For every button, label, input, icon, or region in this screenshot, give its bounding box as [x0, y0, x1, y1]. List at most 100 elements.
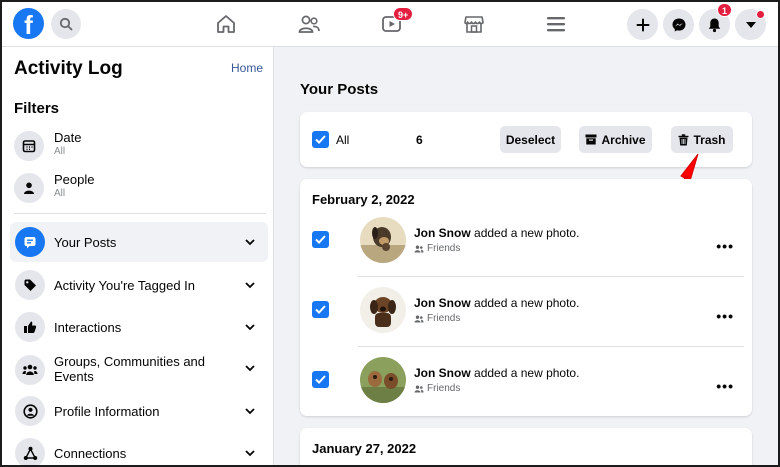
trash-icon: [678, 133, 689, 145]
post-thumbnail[interactable]: [360, 357, 406, 403]
messenger-button[interactable]: [663, 9, 694, 40]
sidebar-item-label: Interactions: [54, 320, 122, 335]
posts-group-card: January 27, 2022: [300, 428, 752, 465]
facebook-logo[interactable]: f: [13, 8, 44, 39]
sidebar-item-groups[interactable]: Groups, Communities and Events: [10, 348, 268, 392]
messenger-icon: [672, 18, 685, 31]
sidebar-item-tagged[interactable]: Activity You're Tagged In: [10, 265, 268, 305]
post-author[interactable]: Jon Snow: [414, 226, 471, 240]
sidebar-item-interactions[interactable]: Interactions: [10, 307, 268, 347]
post-checkbox[interactable]: [312, 301, 329, 318]
create-button[interactable]: [627, 9, 658, 40]
profile-icon: [15, 396, 45, 426]
post-action: added a new photo.: [474, 296, 580, 310]
archive-icon: [585, 134, 597, 145]
selected-count: 6: [416, 133, 423, 147]
date-heading: January 27, 2022: [312, 441, 417, 456]
friends-icon: [414, 385, 424, 392]
post-audience-label: Friends: [427, 383, 461, 394]
search-icon: [59, 17, 73, 31]
sidebar: Activity Log Home Filters Date All Peopl…: [2, 47, 274, 465]
filter-date-label: Date: [54, 130, 82, 145]
post-author[interactable]: Jon Snow: [414, 366, 471, 380]
post-audience: Friends: [414, 313, 460, 324]
connections-icon: [15, 438, 45, 465]
notifications-button[interactable]: 1: [699, 3, 733, 40]
filter-people-value: All: [54, 188, 66, 199]
account-alert-dot: [756, 10, 765, 19]
filter-people[interactable]: People All: [14, 171, 264, 207]
friends-tab[interactable]: [296, 11, 322, 37]
sidebar-item-label: Activity You're Tagged In: [54, 278, 196, 293]
sidebar-item-your-posts[interactable]: Your Posts: [10, 222, 268, 262]
page-title: Activity Log: [14, 58, 123, 79]
post-thumbnail[interactable]: [360, 217, 406, 263]
sidebar-item-label: Groups, Communities and Events: [54, 354, 206, 384]
menu-icon: [547, 17, 565, 32]
filters-heading: Filters: [14, 100, 60, 117]
select-all-label: All: [336, 133, 350, 147]
filter-people-label: People: [54, 172, 95, 187]
friends-icon: [414, 315, 424, 322]
post-text: Jon Snow added a new photo.: [414, 296, 579, 310]
search-button[interactable]: [51, 9, 81, 39]
post-action: added a new photo.: [474, 226, 580, 240]
filter-date-value: All: [54, 146, 66, 157]
account-menu-button[interactable]: [735, 9, 766, 40]
post-audience: Friends: [414, 383, 460, 394]
posts-group-card: February 2, 2022 Jon Snow added a new ph…: [300, 179, 752, 416]
checkmark-icon: [315, 375, 326, 384]
screen: f 9+ 1 Activity Log Home Filters Date Al…: [0, 0, 780, 467]
sidebar-divider: [14, 213, 266, 214]
home-tab[interactable]: [213, 11, 239, 37]
checkmark-icon: [315, 305, 326, 314]
post-action: added a new photo.: [474, 366, 580, 380]
sidebar-item-profile[interactable]: Profile Information: [10, 391, 268, 431]
friends-icon: [414, 245, 424, 252]
chevron-down-icon: [245, 365, 255, 372]
marketplace-tab[interactable]: [461, 11, 487, 37]
checkmark-icon: [315, 135, 326, 144]
watch-tab[interactable]: 9+: [379, 7, 414, 37]
post-text: Jon Snow added a new photo.: [414, 226, 579, 240]
filter-date[interactable]: Date All: [14, 129, 264, 165]
home-link[interactable]: Home: [231, 61, 263, 75]
trash-button[interactable]: Trash: [671, 126, 733, 153]
checkmark-icon: [315, 235, 326, 244]
sidebar-item-label: Profile Information: [54, 404, 160, 419]
thumbs-up-icon: [15, 312, 45, 342]
calendar-icon: [14, 131, 44, 161]
sidebar-item-connections[interactable]: Connections: [10, 433, 268, 465]
chevron-down-icon: [245, 408, 255, 415]
archive-button-label: Archive: [601, 132, 646, 147]
section-title: Your Posts: [300, 81, 379, 98]
row-divider: [358, 346, 744, 347]
post-text: Jon Snow added a new photo.: [414, 366, 579, 380]
marketplace-icon: [464, 16, 484, 33]
groups-icon: [15, 355, 45, 385]
watch-badge: 9+: [393, 7, 414, 21]
menu-tab[interactable]: [543, 11, 569, 37]
post-audience: Friends: [414, 243, 460, 254]
plus-icon: [636, 18, 649, 31]
post-audience-label: Friends: [427, 313, 461, 324]
post-checkbox[interactable]: [312, 231, 329, 248]
chevron-down-icon: [245, 324, 255, 331]
bell-icon: [708, 18, 721, 32]
post-options-button[interactable]: •••: [716, 238, 734, 254]
top-navigation-bar: f 9+ 1: [2, 2, 778, 47]
deselect-button[interactable]: Deselect: [500, 126, 561, 153]
chevron-down-icon: [245, 282, 255, 289]
trash-button-label: Trash: [693, 132, 726, 147]
date-heading: February 2, 2022: [312, 192, 415, 207]
friends-icon: [298, 15, 320, 33]
post-thumbnail[interactable]: [360, 287, 406, 333]
post-options-button[interactable]: •••: [716, 308, 734, 324]
sidebar-item-label: Connections: [54, 446, 127, 461]
select-all-checkbox[interactable]: [312, 131, 329, 148]
caret-down-icon: [745, 21, 756, 28]
post-author[interactable]: Jon Snow: [414, 296, 471, 310]
post-options-button[interactable]: •••: [716, 378, 734, 394]
archive-button[interactable]: Archive: [579, 126, 652, 153]
post-checkbox[interactable]: [312, 371, 329, 388]
